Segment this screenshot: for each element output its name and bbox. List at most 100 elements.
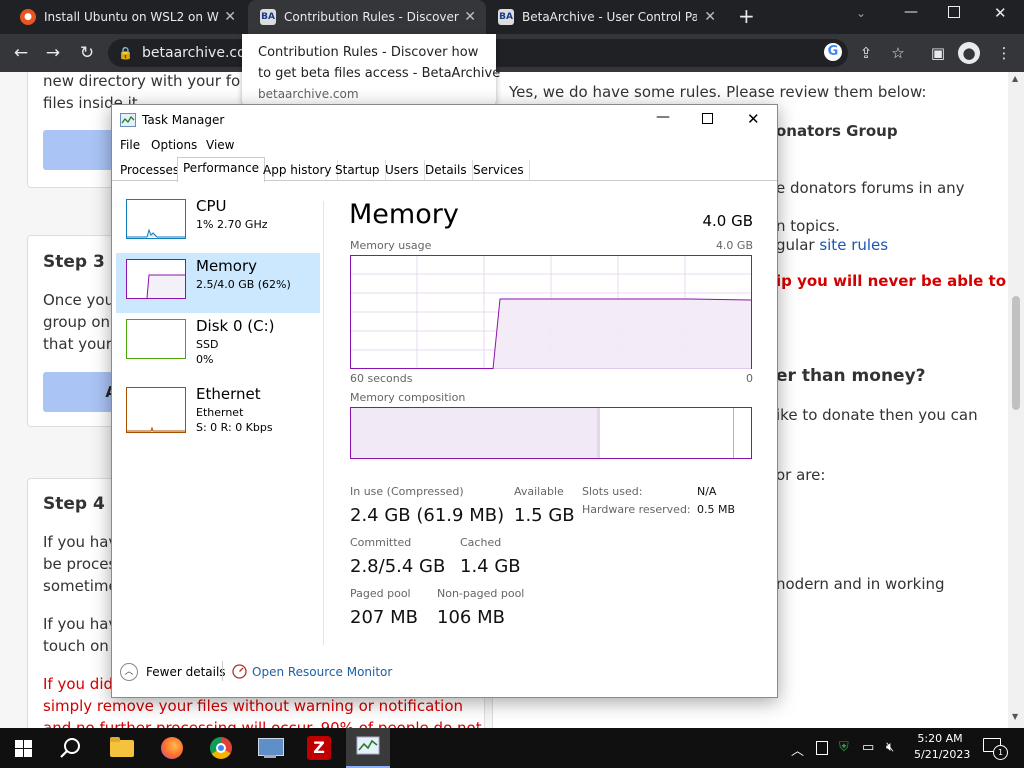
menu-view[interactable]: View bbox=[206, 138, 234, 152]
menu-file[interactable]: File bbox=[120, 138, 140, 152]
slots-used-value: N/A bbox=[697, 485, 717, 498]
lock-icon: 🔒 bbox=[118, 46, 133, 60]
tab-performance[interactable]: Performance bbox=[177, 157, 266, 182]
memory-heading: Memory bbox=[349, 199, 459, 230]
composition-in-use[interactable] bbox=[351, 408, 598, 458]
file-explorer-icon[interactable] bbox=[108, 734, 136, 762]
notification-center-icon[interactable]: 1 bbox=[983, 738, 1008, 760]
back-arrow-icon[interactable]: ← bbox=[10, 42, 32, 64]
chrome-icon[interactable] bbox=[207, 734, 235, 762]
disk-mini-graph bbox=[126, 319, 186, 359]
memory-usage-area bbox=[493, 299, 751, 369]
browser-tab-strip: ● Install Ubuntu on WSL2 on Wind ✕ BA Co… bbox=[0, 0, 1024, 34]
tab-search-chevron-icon[interactable]: ⌄ bbox=[856, 6, 866, 20]
windows-start-icon[interactable] bbox=[15, 740, 32, 757]
tab-processes[interactable]: Processes bbox=[115, 160, 186, 180]
step3-title: Step 3 bbox=[43, 252, 105, 272]
task-manager-icon bbox=[356, 736, 380, 755]
close-window-icon[interactable]: ✕ bbox=[994, 4, 1007, 22]
scroll-up-arrow-icon[interactable]: ▲ bbox=[1012, 74, 1018, 83]
sidebar-item-ethernet[interactable]: Ethernet Ethernet S: 0 R: 0 Kbps bbox=[116, 381, 320, 443]
memory-composition-label: Memory composition bbox=[350, 391, 466, 404]
scrollbar-thumb[interactable] bbox=[1012, 296, 1020, 410]
fewer-details-link[interactable]: Fewer details bbox=[146, 665, 226, 679]
google-lens-icon[interactable]: G bbox=[824, 43, 842, 61]
step4-text-line: If you hav bbox=[43, 615, 118, 633]
search-icon[interactable] bbox=[60, 737, 82, 759]
hardware-reserved-value: 0.5 MB bbox=[697, 503, 736, 516]
tab-startup[interactable]: Startup bbox=[330, 160, 386, 180]
tab-user-control-panel[interactable]: BA BetaArchive - User Control Panel ✕ bbox=[486, 0, 726, 34]
reload-icon[interactable]: ↻ bbox=[76, 42, 98, 64]
tab-ubuntu-wsl[interactable]: ● Install Ubuntu on WSL2 on Wind ✕ bbox=[8, 0, 246, 34]
rules-text-prefix: gular bbox=[776, 236, 820, 254]
chevron-up-icon[interactable]: ︿ bbox=[120, 663, 138, 681]
close-icon[interactable]: ✕ bbox=[464, 9, 476, 25]
volume-muted-icon[interactable]: 🔇︎ bbox=[886, 740, 894, 755]
share-icon[interactable]: ⇪ bbox=[856, 43, 876, 63]
sidebar-item-memory[interactable]: Memory 2.5/4.0 GB (62%) bbox=[116, 253, 320, 313]
step3-text-line: that your bbox=[43, 335, 112, 353]
chevron-up-icon[interactable]: ︿ bbox=[791, 740, 804, 759]
warning-text-line: simply remove your files without warning… bbox=[43, 697, 464, 715]
slots-used-label: Slots used: bbox=[582, 485, 643, 498]
bookmark-star-icon[interactable]: ☆ bbox=[888, 43, 908, 63]
betaarchive-icon: BA bbox=[260, 9, 276, 25]
maximize-icon[interactable] bbox=[702, 113, 713, 124]
sidebar-item-label: CPU bbox=[196, 197, 227, 215]
new-tab-plus-icon[interactable]: + bbox=[738, 5, 758, 27]
tab-contribution-rules[interactable]: BA Contribution Rules - Discover ho ✕ bbox=[248, 0, 486, 34]
site-rules-link[interactable]: site rules bbox=[819, 236, 888, 254]
scroll-down-arrow-icon[interactable]: ▼ bbox=[1012, 712, 1018, 721]
memory-mini-graph bbox=[126, 259, 186, 299]
task-manager-titlebar[interactable]: Task Manager — ✕ bbox=[112, 105, 777, 135]
rules-warning: ip you will never be able to bbox=[776, 272, 1007, 290]
side-panel-icon[interactable]: ▣ bbox=[928, 43, 948, 63]
tab-details[interactable]: Details bbox=[420, 160, 473, 180]
remote-desktop-icon[interactable] bbox=[256, 734, 284, 762]
clock[interactable]: 5:20 AM 5/21/2023 bbox=[914, 731, 970, 763]
sidebar-item-detail: S: 0 R: 0 Kbps bbox=[196, 421, 273, 434]
menu-options[interactable]: Options bbox=[151, 138, 197, 152]
close-icon[interactable]: ✕ bbox=[224, 9, 236, 25]
hover-card-title-line: to get beta files access - BetaArchive bbox=[258, 66, 501, 81]
cpu-mini-graph bbox=[126, 199, 186, 239]
composition-modified[interactable] bbox=[597, 408, 600, 458]
page-scrollbar[interactable]: ▲ ▼ bbox=[1008, 72, 1024, 728]
open-resource-monitor-link[interactable]: Open Resource Monitor bbox=[252, 665, 392, 679]
close-icon[interactable]: ✕ bbox=[747, 110, 760, 128]
committed-label: Committed bbox=[350, 536, 412, 549]
time-axis-end: 0 bbox=[746, 372, 753, 385]
menu-kebab-icon[interactable]: ⋮ bbox=[994, 43, 1014, 63]
network-icon[interactable]: ▭ bbox=[862, 740, 874, 755]
close-icon[interactable]: ✕ bbox=[704, 9, 716, 25]
forward-arrow-icon[interactable]: → bbox=[42, 42, 64, 64]
filezilla-icon[interactable]: Z bbox=[305, 734, 333, 762]
profile-avatar-icon[interactable]: ● bbox=[958, 42, 980, 64]
donation-heading: er than money? bbox=[776, 366, 926, 386]
task-manager-taskbar-button[interactable] bbox=[346, 728, 390, 768]
firefox-icon[interactable] bbox=[158, 734, 186, 762]
tablet-icon[interactable] bbox=[816, 741, 828, 755]
donation-text: or are: bbox=[776, 466, 826, 484]
sidebar-item-detail: 1% 2.70 GHz bbox=[196, 218, 268, 231]
tab-users[interactable]: Users bbox=[380, 160, 425, 180]
windows-taskbar: Z ︿ ⛨ ▭ 🔇︎ 5:20 AM 5/21/2023 1 bbox=[0, 728, 1024, 768]
clock-time: 5:20 AM bbox=[917, 732, 963, 745]
restore-icon[interactable] bbox=[948, 6, 960, 18]
sidebar-item-cpu[interactable]: CPU 1% 2.70 GHz bbox=[116, 193, 320, 253]
security-shield-icon[interactable]: ⛨ bbox=[839, 740, 849, 755]
cached-label: Cached bbox=[460, 536, 502, 549]
sidebar-item-detail: Ethernet bbox=[196, 406, 244, 419]
sidebar-item-disk[interactable]: Disk 0 (C:) SSD 0% bbox=[116, 313, 320, 375]
paged-pool-label: Paged pool bbox=[350, 587, 411, 600]
tab-title: Install Ubuntu on WSL2 on Wind bbox=[44, 10, 219, 24]
tab-app-history[interactable]: App history bbox=[258, 160, 338, 180]
tab-hover-card: Contribution Rules - Discover how to get… bbox=[242, 34, 500, 106]
step4-title: Step 4 bbox=[43, 494, 105, 514]
minimize-icon[interactable]: — bbox=[904, 4, 918, 20]
non-paged-pool-label: Non-paged pool bbox=[437, 587, 525, 600]
sidebar-item-detail: SSD bbox=[196, 338, 219, 351]
minimize-icon[interactable]: — bbox=[656, 109, 670, 125]
tab-services[interactable]: Services bbox=[468, 160, 530, 180]
